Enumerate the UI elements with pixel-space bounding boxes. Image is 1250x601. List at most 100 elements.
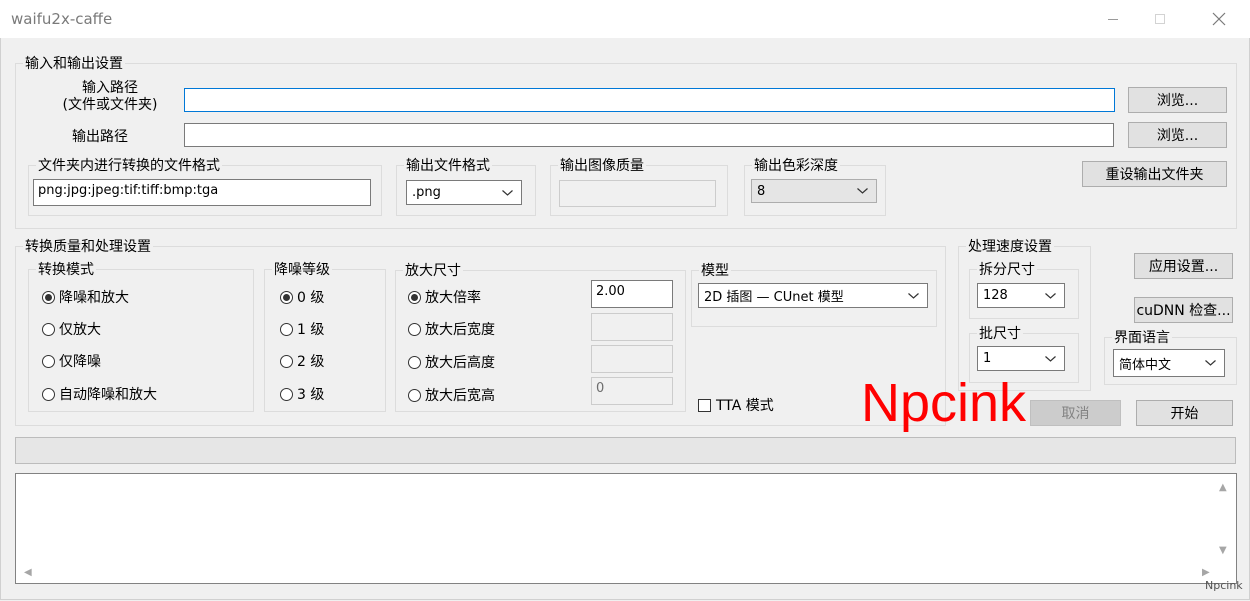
folder-ext-field[interactable]: png:jpg:jpeg:tif:tiff:bmp:tga [33, 179, 371, 206]
split-size-select[interactable]: 128 [977, 283, 1065, 308]
chevron-down-icon [1045, 355, 1056, 362]
close-button[interactable] [1196, 0, 1242, 38]
noise-radio-2[interactable]: 2 级 [280, 351, 324, 371]
scroll-right-icon[interactable]: ▶ [1202, 568, 1210, 578]
mode-radio-denoise-scale[interactable]: 降噪和放大 [42, 287, 129, 307]
io-settings-title: 输入和输出设置 [25, 56, 123, 72]
radio-dot [42, 387, 55, 401]
input-path-label-line1: 输入路径 [82, 80, 138, 96]
input-path-label-line2: (文件或文件夹) [62, 97, 158, 113]
scroll-up-icon[interactable]: ▲ [1219, 483, 1227, 493]
corner-watermark: Npcink [1205, 579, 1243, 592]
scroll-down-icon[interactable]: ▼ [1219, 546, 1227, 556]
model-select[interactable]: 2D 插图 — CUnet 模型 [698, 283, 928, 308]
out-depth-value: 8 [757, 183, 766, 199]
noise-radio-0[interactable]: 0 级 [280, 287, 324, 307]
radio-label: 自动降噪和放大 [59, 387, 157, 403]
out-depth-select[interactable]: 8 [751, 179, 877, 203]
language-select[interactable]: 简体中文 [1113, 349, 1225, 377]
radio-label: 仅放大 [59, 322, 101, 338]
batch-size-select[interactable]: 1 [977, 346, 1065, 371]
chevron-down-icon [1045, 292, 1056, 299]
model-value: 2D 插图 — CUnet 模型 [704, 290, 844, 305]
radio-dot [42, 290, 55, 304]
checkbox-box [698, 398, 711, 412]
speed-title: 处理速度设置 [968, 239, 1052, 255]
maximize-button[interactable] [1137, 0, 1183, 38]
minimize-icon [1108, 19, 1118, 20]
out-format-select[interactable]: .png [406, 180, 522, 205]
tta-label: TTA 模式 [716, 398, 774, 414]
radio-dot [280, 387, 293, 401]
split-size-value: 128 [983, 288, 1008, 303]
radio-dot [408, 388, 421, 402]
chevron-down-icon [908, 292, 919, 299]
radio-label: 放大后宽度 [425, 322, 495, 338]
scale-width-field [591, 313, 673, 341]
scroll-left-icon[interactable]: ◀ [24, 568, 32, 578]
language-title: 界面语言 [1114, 330, 1170, 346]
start-button[interactable]: 开始 [1136, 400, 1233, 426]
split-size-title: 拆分尺寸 [979, 262, 1035, 278]
radio-label: 1 级 [297, 322, 325, 338]
chevron-down-icon [857, 188, 868, 194]
radio-dot [408, 355, 421, 369]
radio-dot [42, 354, 55, 368]
radio-label: 放大后宽高 [425, 388, 495, 404]
reset-output-folder-button[interactable]: 重设输出文件夹 [1082, 161, 1227, 187]
noise-radio-1[interactable]: 1 级 [280, 319, 324, 339]
scale-radio-width[interactable]: 放大后宽度 [408, 319, 495, 339]
out-format-value: .png [412, 185, 441, 200]
radio-label: 放大倍率 [425, 290, 481, 306]
radio-label: 降噪和放大 [59, 290, 129, 306]
out-format-title: 输出文件格式 [406, 158, 490, 174]
scale-ratio-field[interactable]: 2.00 [591, 280, 673, 308]
radio-label: 仅降噪 [59, 354, 101, 370]
radio-label: 2 级 [297, 354, 325, 370]
minimize-button[interactable] [1090, 0, 1136, 38]
out-quality-title: 输出图像质量 [560, 158, 644, 174]
maximize-icon [1155, 14, 1165, 24]
output-path-label: 输出路径 [72, 129, 128, 145]
noise-radio-3[interactable]: 3 级 [280, 384, 324, 404]
scale-title: 放大尺寸 [405, 263, 461, 279]
out-quality-field [559, 180, 716, 207]
tta-checkbox[interactable]: TTA 模式 [698, 395, 774, 415]
scale-radio-ratio[interactable]: 放大倍率 [408, 287, 481, 307]
chevron-down-icon [502, 189, 513, 196]
out-depth-title: 输出色彩深度 [754, 158, 838, 174]
radio-dot [280, 354, 293, 368]
radio-dot [42, 322, 55, 336]
watermark-text: Npcink [861, 373, 1027, 433]
close-icon [1212, 12, 1226, 26]
scale-radio-height[interactable]: 放大后高度 [408, 352, 495, 372]
cancel-button[interactable]: 取消 [1030, 400, 1121, 426]
browse-input-button[interactable]: 浏览... [1128, 87, 1227, 113]
radio-dot [408, 322, 421, 336]
output-path-field[interactable] [184, 123, 1114, 147]
radio-label: 3 级 [297, 387, 325, 403]
chevron-down-icon [1205, 360, 1216, 366]
input-path-field[interactable] [184, 88, 1115, 112]
app-settings-button[interactable]: 应用设置... [1134, 253, 1233, 279]
model-title: 模型 [701, 263, 729, 279]
progress-bar [15, 437, 1236, 464]
radio-label: 放大后高度 [425, 355, 495, 371]
mode-radio-auto[interactable]: 自动降噪和放大 [42, 384, 157, 404]
radio-dot [408, 290, 421, 304]
input-path-label: 输入路径 (文件或文件夹) [40, 80, 180, 114]
title-bar: waifu2x-caffe [0, 0, 1250, 38]
scale-radio-width-height[interactable]: 放大后宽高 [408, 385, 495, 405]
folder-ext-title: 文件夹内进行转换的文件格式 [38, 158, 220, 174]
log-textarea[interactable]: ▲ ▼ ◀ ▶ [15, 473, 1237, 584]
radio-dot [280, 290, 293, 304]
scale-height-field [591, 345, 673, 373]
cudnn-check-button[interactable]: cuDNN 检查... [1134, 297, 1233, 323]
language-value: 简体中文 [1119, 357, 1172, 373]
radio-dot [280, 322, 293, 336]
mode-radio-denoise-only[interactable]: 仅降噪 [42, 351, 101, 371]
mode-title: 转换模式 [38, 262, 94, 278]
radio-label: 0 级 [297, 290, 325, 306]
mode-radio-scale-only[interactable]: 仅放大 [42, 319, 101, 339]
browse-output-button[interactable]: 浏览... [1128, 122, 1227, 148]
